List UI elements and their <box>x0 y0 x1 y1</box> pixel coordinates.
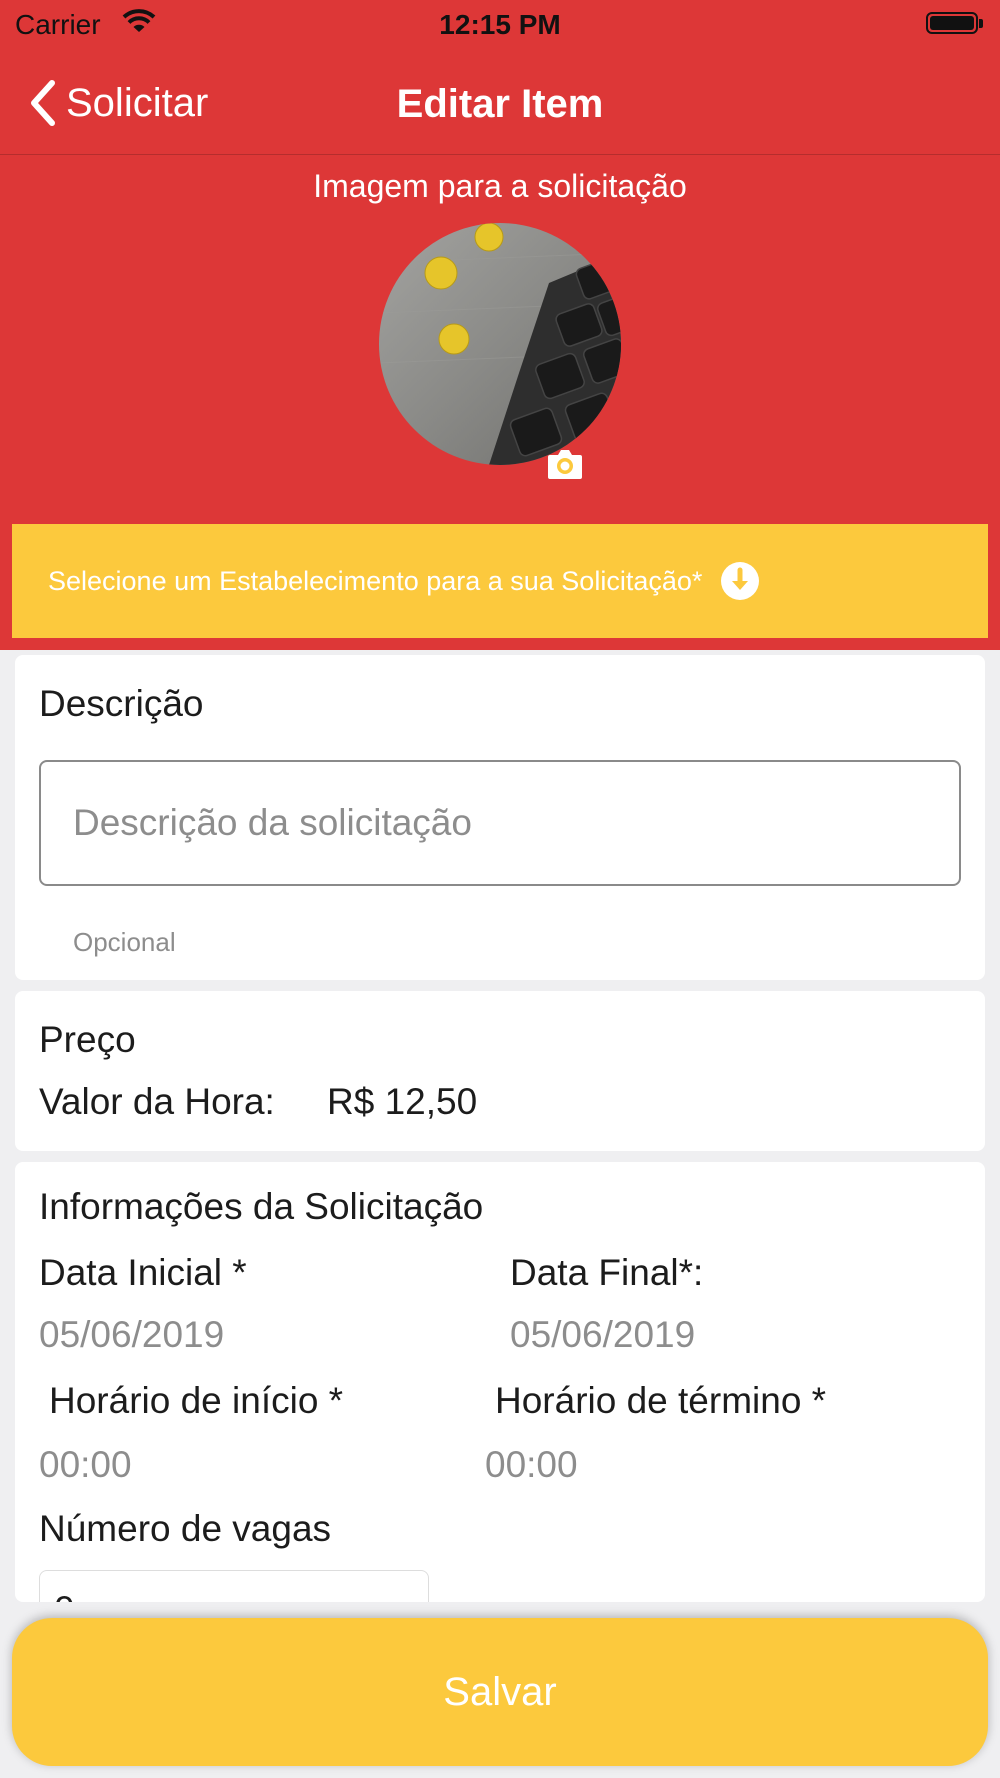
end-time-label: Horário de término * <box>495 1380 827 1421</box>
save-button-label: Salvar <box>443 1669 557 1714</box>
start-date-label: Data Inicial * <box>39 1252 247 1293</box>
request-info-heading: Informações da Solicitação <box>39 1186 484 1227</box>
arrow-down-circle-icon <box>721 562 760 600</box>
description-heading: Descrição <box>39 683 204 724</box>
start-time-label: Horário de início * <box>49 1380 344 1421</box>
start-date-field[interactable]: 05/06/2019 <box>39 1314 224 1356</box>
hour-value-label: Valor da Hora: <box>39 1081 275 1122</box>
slots-value: 0 <box>54 1589 75 1602</box>
slots-label: Número de vagas <box>39 1508 332 1549</box>
description-placeholder: Descrição da solicitação <box>73 802 472 843</box>
save-button[interactable]: Salvar <box>12 1618 988 1766</box>
request-info-card: Informações da Solicitação Data Inicial … <box>15 1162 985 1602</box>
end-date-label: Data Final*: <box>510 1252 704 1293</box>
status-bar: Carrier 12:15 PM <box>0 0 1000 50</box>
end-time-field[interactable]: 00:00 <box>485 1444 578 1486</box>
clock: 12:15 PM <box>439 9 561 40</box>
laptop-photo-image <box>379 223 621 465</box>
price-heading: Preço <box>39 1019 136 1060</box>
price-card: Preço Valor da Hora: R$ 12,50 <box>15 991 985 1151</box>
start-time-field[interactable]: 00:00 <box>39 1444 132 1486</box>
end-date-field[interactable]: 05/06/2019 <box>510 1314 695 1356</box>
establishment-selector-label: Selecione um Estabelecimento para a sua … <box>48 565 703 596</box>
establishment-selector[interactable]: Selecione um Estabelecimento para a sua … <box>12 524 988 638</box>
camera-icon[interactable] <box>546 447 584 481</box>
battery-icon <box>926 12 984 36</box>
description-card: Descrição Descrição da solicitação Opcio… <box>15 655 985 980</box>
hour-value: R$ 12,50 <box>327 1081 478 1122</box>
header: Carrier 12:15 PM Solicitar Editar Item I… <box>0 0 1000 650</box>
navigation-bar: Solicitar Editar Item <box>0 50 1000 155</box>
page-title: Editar Item <box>396 82 604 126</box>
image-caption: Imagem para a solicitação <box>313 168 687 204</box>
slots-input[interactable]: 0 <box>39 1570 429 1602</box>
description-hint: Opcional <box>73 927 176 957</box>
request-photo[interactable] <box>379 223 621 465</box>
description-input[interactable]: Descrição da solicitação <box>39 760 961 886</box>
